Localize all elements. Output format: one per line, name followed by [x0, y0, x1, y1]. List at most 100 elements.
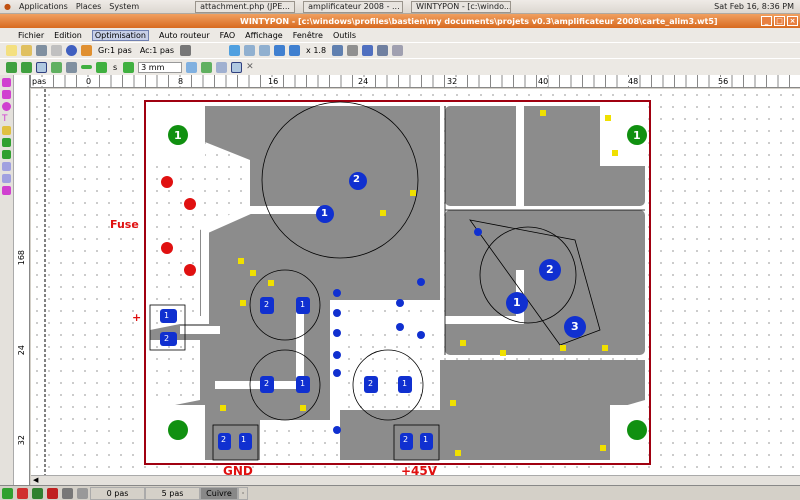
fuse-pads: [161, 176, 196, 276]
zoom-out-icon[interactable]: [259, 45, 271, 56]
status-extra: ·: [238, 486, 248, 500]
pad-number: 2: [264, 300, 270, 309]
tool-pad-icon[interactable]: [2, 78, 11, 87]
new-file-icon[interactable]: [6, 45, 17, 56]
component-select-icon[interactable]: [216, 61, 228, 73]
minimize-button[interactable]: _: [761, 16, 772, 26]
ruler-label: 16: [268, 77, 279, 86]
menu-system[interactable]: System: [109, 2, 139, 11]
color-icon[interactable]: [347, 45, 359, 56]
help-icon[interactable]: [66, 45, 77, 56]
task-label: amplificateur 2008 - ...: [308, 2, 400, 11]
ubuntu-logo-icon[interactable]: ●: [4, 2, 11, 11]
pad-number: 2: [403, 435, 409, 444]
pan-icon[interactable]: [274, 45, 286, 56]
grid-dropdown[interactable]: Gr:1 pas: [96, 46, 134, 55]
pad-number: 2: [353, 174, 360, 185]
snap-dropdown[interactable]: Ac:1 pas: [138, 46, 176, 55]
layer-silk-icon[interactable]: [62, 487, 73, 499]
layers-icon[interactable]: [332, 45, 344, 56]
horizontal-scrollbar[interactable]: ◀: [31, 475, 800, 485]
menu-affichage[interactable]: Affichage: [245, 31, 283, 40]
pad-number: 1: [164, 311, 170, 320]
open-folder-icon[interactable]: [21, 45, 32, 56]
tool-via-icon[interactable]: [2, 90, 11, 99]
multi-select-icon[interactable]: [231, 61, 243, 73]
task-firefox[interactable]: attachment.php (JPE...: [195, 0, 296, 13]
tool-track-icon[interactable]: [2, 138, 11, 147]
zoom-dropdown[interactable]: x 1.8: [304, 46, 328, 55]
context-help-icon[interactable]: [362, 45, 374, 56]
enter-icon[interactable]: [21, 61, 32, 73]
measure-icon[interactable]: [392, 45, 404, 56]
layer-solder-icon[interactable]: [47, 487, 58, 499]
maximize-button[interactable]: □: [774, 16, 785, 26]
scroll-left-arrow[interactable]: ◀: [33, 476, 38, 484]
pad-number: 2: [264, 379, 270, 388]
ruler-label: 8: [178, 77, 184, 86]
select-icon[interactable]: [36, 61, 47, 73]
tool-dim-icon[interactable]: [2, 162, 11, 171]
layer-all-icon[interactable]: [77, 487, 88, 499]
clock[interactable]: Sat Feb 16, 8:36 PM: [714, 2, 794, 11]
hole-number: 1: [633, 129, 641, 142]
pad-number: 2: [368, 379, 374, 388]
width-icon[interactable]: [123, 61, 135, 73]
menu-fichier[interactable]: Fichier: [18, 31, 44, 40]
tool-arc-icon[interactable]: [2, 186, 11, 195]
task-amplificateur[interactable]: amplificateur 2008 - ...: [303, 0, 404, 13]
horizontal-ruler: pas 0 8 16 24 32 40 48 56: [30, 75, 800, 88]
rotate-icon[interactable]: [51, 61, 62, 73]
move-icon[interactable]: [6, 61, 17, 73]
status-layer[interactable]: Cuivre: [200, 486, 238, 500]
fit-icon[interactable]: [289, 45, 301, 56]
menu-places[interactable]: Places: [76, 2, 101, 11]
tool-component-icon[interactable]: [2, 126, 11, 135]
tool-zone-icon[interactable]: [2, 150, 11, 159]
zoom-in-icon[interactable]: [244, 45, 256, 56]
vertical-ruler: 8 16 24 32: [14, 75, 30, 485]
menu-fenetre[interactable]: Fenêtre: [293, 31, 323, 40]
save-icon[interactable]: [36, 45, 47, 56]
print-icon[interactable]: [51, 45, 62, 56]
pcb-canvas[interactable]: Fuse + GND +45V 2 1 2 1 3 1 1 1 2 2 1 2 …: [31, 89, 800, 475]
exit-icon[interactable]: [81, 45, 92, 56]
close-button[interactable]: ×: [787, 16, 798, 26]
menu-auto-routeur[interactable]: Auto routeur: [159, 31, 210, 40]
ruler-label: 32: [447, 77, 458, 86]
delete-icon[interactable]: ✕: [246, 62, 257, 73]
tool-line-icon[interactable]: [2, 174, 11, 183]
toolbar-tracks: s 3 mm ✕: [0, 58, 800, 75]
redraw-icon[interactable]: [229, 45, 241, 56]
ruler-label: 16: [17, 255, 26, 266]
layer-dropdown[interactable]: s: [111, 63, 119, 72]
plus-label: +: [132, 311, 142, 324]
toolbar-main: Gr:1 pas Ac:1 pas x 1.8: [0, 42, 800, 58]
grid-icon[interactable]: [180, 45, 192, 56]
menu-applications[interactable]: Applications: [19, 2, 68, 11]
menu-fao[interactable]: FAO: [220, 31, 236, 40]
layer-comp-icon[interactable]: [32, 487, 43, 499]
window-titlebar[interactable]: WINTYPON - [c:\windows\profiles\bastien\…: [0, 14, 800, 28]
corner-track-icon[interactable]: [96, 61, 107, 73]
pad-number: 3: [571, 320, 579, 333]
pad-number: 1: [423, 435, 429, 444]
track-icon[interactable]: [81, 65, 92, 69]
task-label: WINTYPON - [c:\windo...: [416, 2, 512, 11]
pad-number: 2: [164, 334, 170, 343]
layer-top-icon[interactable]: [2, 487, 13, 499]
menu-outils[interactable]: Outils: [333, 31, 356, 40]
via-icon[interactable]: [186, 61, 198, 73]
tool-circle-icon[interactable]: [2, 102, 11, 111]
align-icon[interactable]: [66, 61, 77, 73]
menu-edition[interactable]: Edition: [54, 31, 82, 40]
layer-bottom-icon[interactable]: [17, 487, 28, 499]
track-width-select[interactable]: 3 mm: [138, 61, 183, 73]
task-wintypon[interactable]: WINTYPON - [c:\windo...: [411, 0, 512, 13]
tool-text-icon[interactable]: T: [2, 114, 11, 124]
pad-number: 2: [546, 263, 554, 276]
task-label: attachment.php (JPE...: [200, 2, 290, 11]
menu-optimisation[interactable]: Optimisation: [91, 29, 149, 41]
pad-icon[interactable]: [201, 61, 213, 73]
screen-icon[interactable]: [377, 45, 389, 56]
